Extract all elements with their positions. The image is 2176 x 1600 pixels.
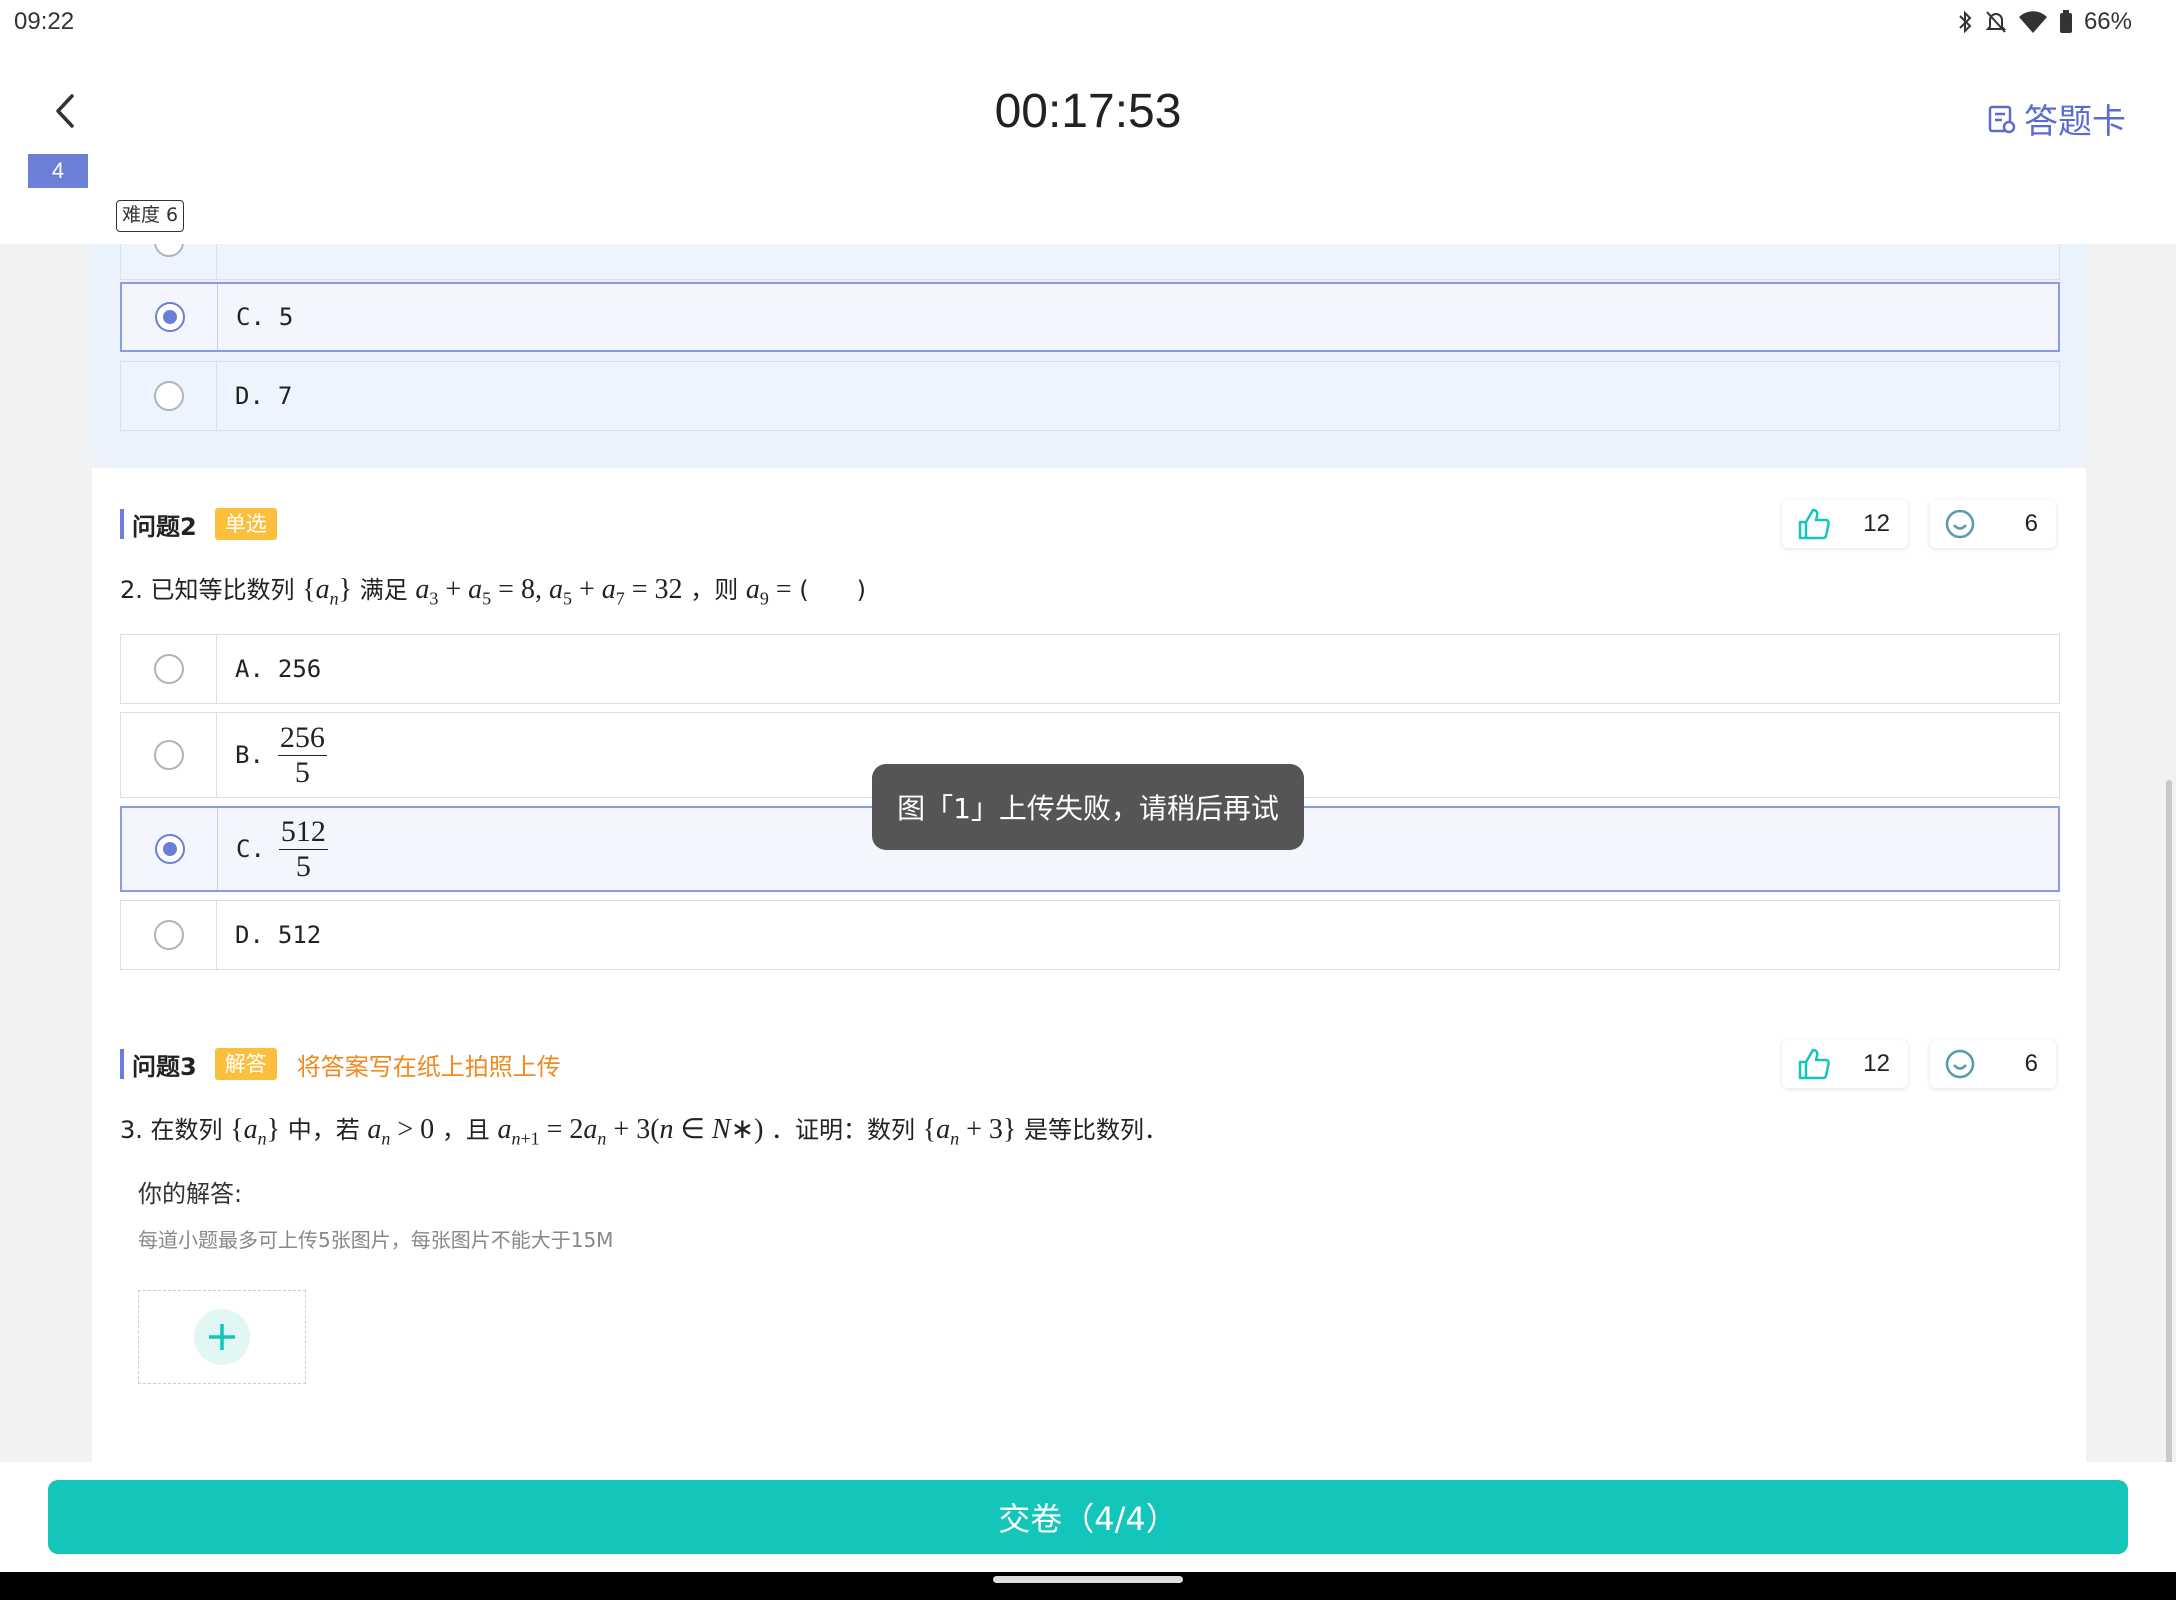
question3-like-button[interactable]: 12 xyxy=(1782,1040,1908,1088)
difficulty-badge: 难度 6 xyxy=(116,200,185,232)
radio-button-selected[interactable] xyxy=(154,834,185,864)
mute-icon xyxy=(1985,11,2007,33)
thumbs-up-icon xyxy=(1798,1048,1830,1080)
upload-failed-toast: 图「1」上传失败，请稍后再试 xyxy=(872,764,1304,850)
answer-card-button[interactable]: 答题卡 xyxy=(1988,94,2126,143)
status-time: 09:22 xyxy=(14,8,75,35)
upload-image-button[interactable] xyxy=(138,1290,306,1384)
question2-like-button[interactable]: 12 xyxy=(1782,500,1908,548)
scrollbar[interactable] xyxy=(2166,780,2172,1462)
header: 00:17:53 答题卡 xyxy=(0,44,2176,194)
question-index-badge: 4 xyxy=(28,154,88,188)
your-answer-label: 你的解答: xyxy=(138,1180,243,1208)
thumbs-up-icon xyxy=(1798,508,1830,540)
questions-card: 问题2 单选 12 6 2. 已知等比数列 {an} 满足 a3 + a5 = … xyxy=(92,468,2086,1462)
option-fraction: 512 5 xyxy=(278,814,328,883)
radio-button-selected[interactable] xyxy=(154,302,185,332)
radio-button[interactable] xyxy=(153,654,184,684)
battery-percent: 66% xyxy=(2083,8,2132,35)
question-scroll-area[interactable]: C. 5 D. 7 问题2 单选 12 6 2. 已知等比数列 {an} 满足 … xyxy=(0,244,2176,1462)
option-b-partial[interactable] xyxy=(120,244,2060,280)
like-count: 12 xyxy=(1863,510,1890,537)
question2-header: 问题2 单选 xyxy=(120,506,277,542)
option-a[interactable]: A. 256 xyxy=(120,634,2060,704)
question3-type-tag: 解答 xyxy=(214,1048,277,1080)
battery-icon xyxy=(2059,10,2072,33)
submit-exam-button[interactable]: 交卷（4/4） xyxy=(48,1480,2128,1554)
question3-upload-hint: 将答案写在纸上拍照上传 xyxy=(296,1052,561,1081)
system-nav-bar xyxy=(0,1572,2176,1600)
smile-icon xyxy=(1945,509,1975,539)
option-fraction: 256 5 xyxy=(277,720,327,789)
option-value: 512 xyxy=(277,921,322,949)
answer-sheet-icon xyxy=(1988,105,2016,133)
wifi-icon xyxy=(2018,11,2047,33)
question2-text: 2. 已知等比数列 {an} 满足 a3 + a5 = 8, a5 + a7 =… xyxy=(120,574,867,609)
question3-text: 3. 在数列 {an} 中，若 an > 0 ，且 an+1 = 2an + 3… xyxy=(120,1114,1169,1149)
option-letter: D. xyxy=(235,382,264,410)
question3-title: 问题3 xyxy=(132,1052,197,1081)
smile-icon xyxy=(1945,1049,1975,1079)
option-letter: C. xyxy=(236,303,265,331)
exam-timer: 00:17:53 xyxy=(994,85,1182,138)
option-c[interactable]: C. 5 xyxy=(120,282,2060,352)
option-d[interactable]: D. 512 xyxy=(120,900,2060,970)
option-value: 5 xyxy=(278,303,294,331)
radio-button[interactable] xyxy=(153,381,184,411)
option-value: 7 xyxy=(277,382,293,410)
question3-header: 问题3 解答 将答案写在纸上拍照上传 xyxy=(120,1046,561,1082)
smile-count: 6 xyxy=(2024,1050,2038,1077)
status-icons: 66% xyxy=(1956,6,2132,38)
radio-button[interactable] xyxy=(153,920,184,950)
question2-type-tag: 单选 xyxy=(214,508,277,540)
smile-count: 6 xyxy=(2024,510,2038,537)
question3-smile-button[interactable]: 6 xyxy=(1930,1040,2056,1088)
upload-limit-hint: 每道小题最多可上传5张图片，每张图片不能大于15M xyxy=(138,1228,614,1252)
question1-card: C. 5 D. 7 xyxy=(92,244,2086,468)
plus-icon xyxy=(209,1324,235,1350)
like-count: 12 xyxy=(1863,1050,1890,1077)
bottom-bar: 交卷（4/4） xyxy=(0,1462,2176,1572)
home-indicator[interactable] xyxy=(993,1576,1183,1583)
question2-smile-button[interactable]: 6 xyxy=(1930,500,2056,548)
option-value: 256 xyxy=(277,655,322,683)
radio-button[interactable] xyxy=(153,244,184,257)
question2-title: 问题2 xyxy=(132,512,197,541)
bluetooth-icon xyxy=(1959,10,1972,34)
option-d[interactable]: D. 7 xyxy=(120,361,2060,431)
radio-button[interactable] xyxy=(153,740,184,770)
answer-card-label: 答题卡 xyxy=(2024,102,2126,142)
status-bar: 09:22 66% xyxy=(0,0,2176,44)
